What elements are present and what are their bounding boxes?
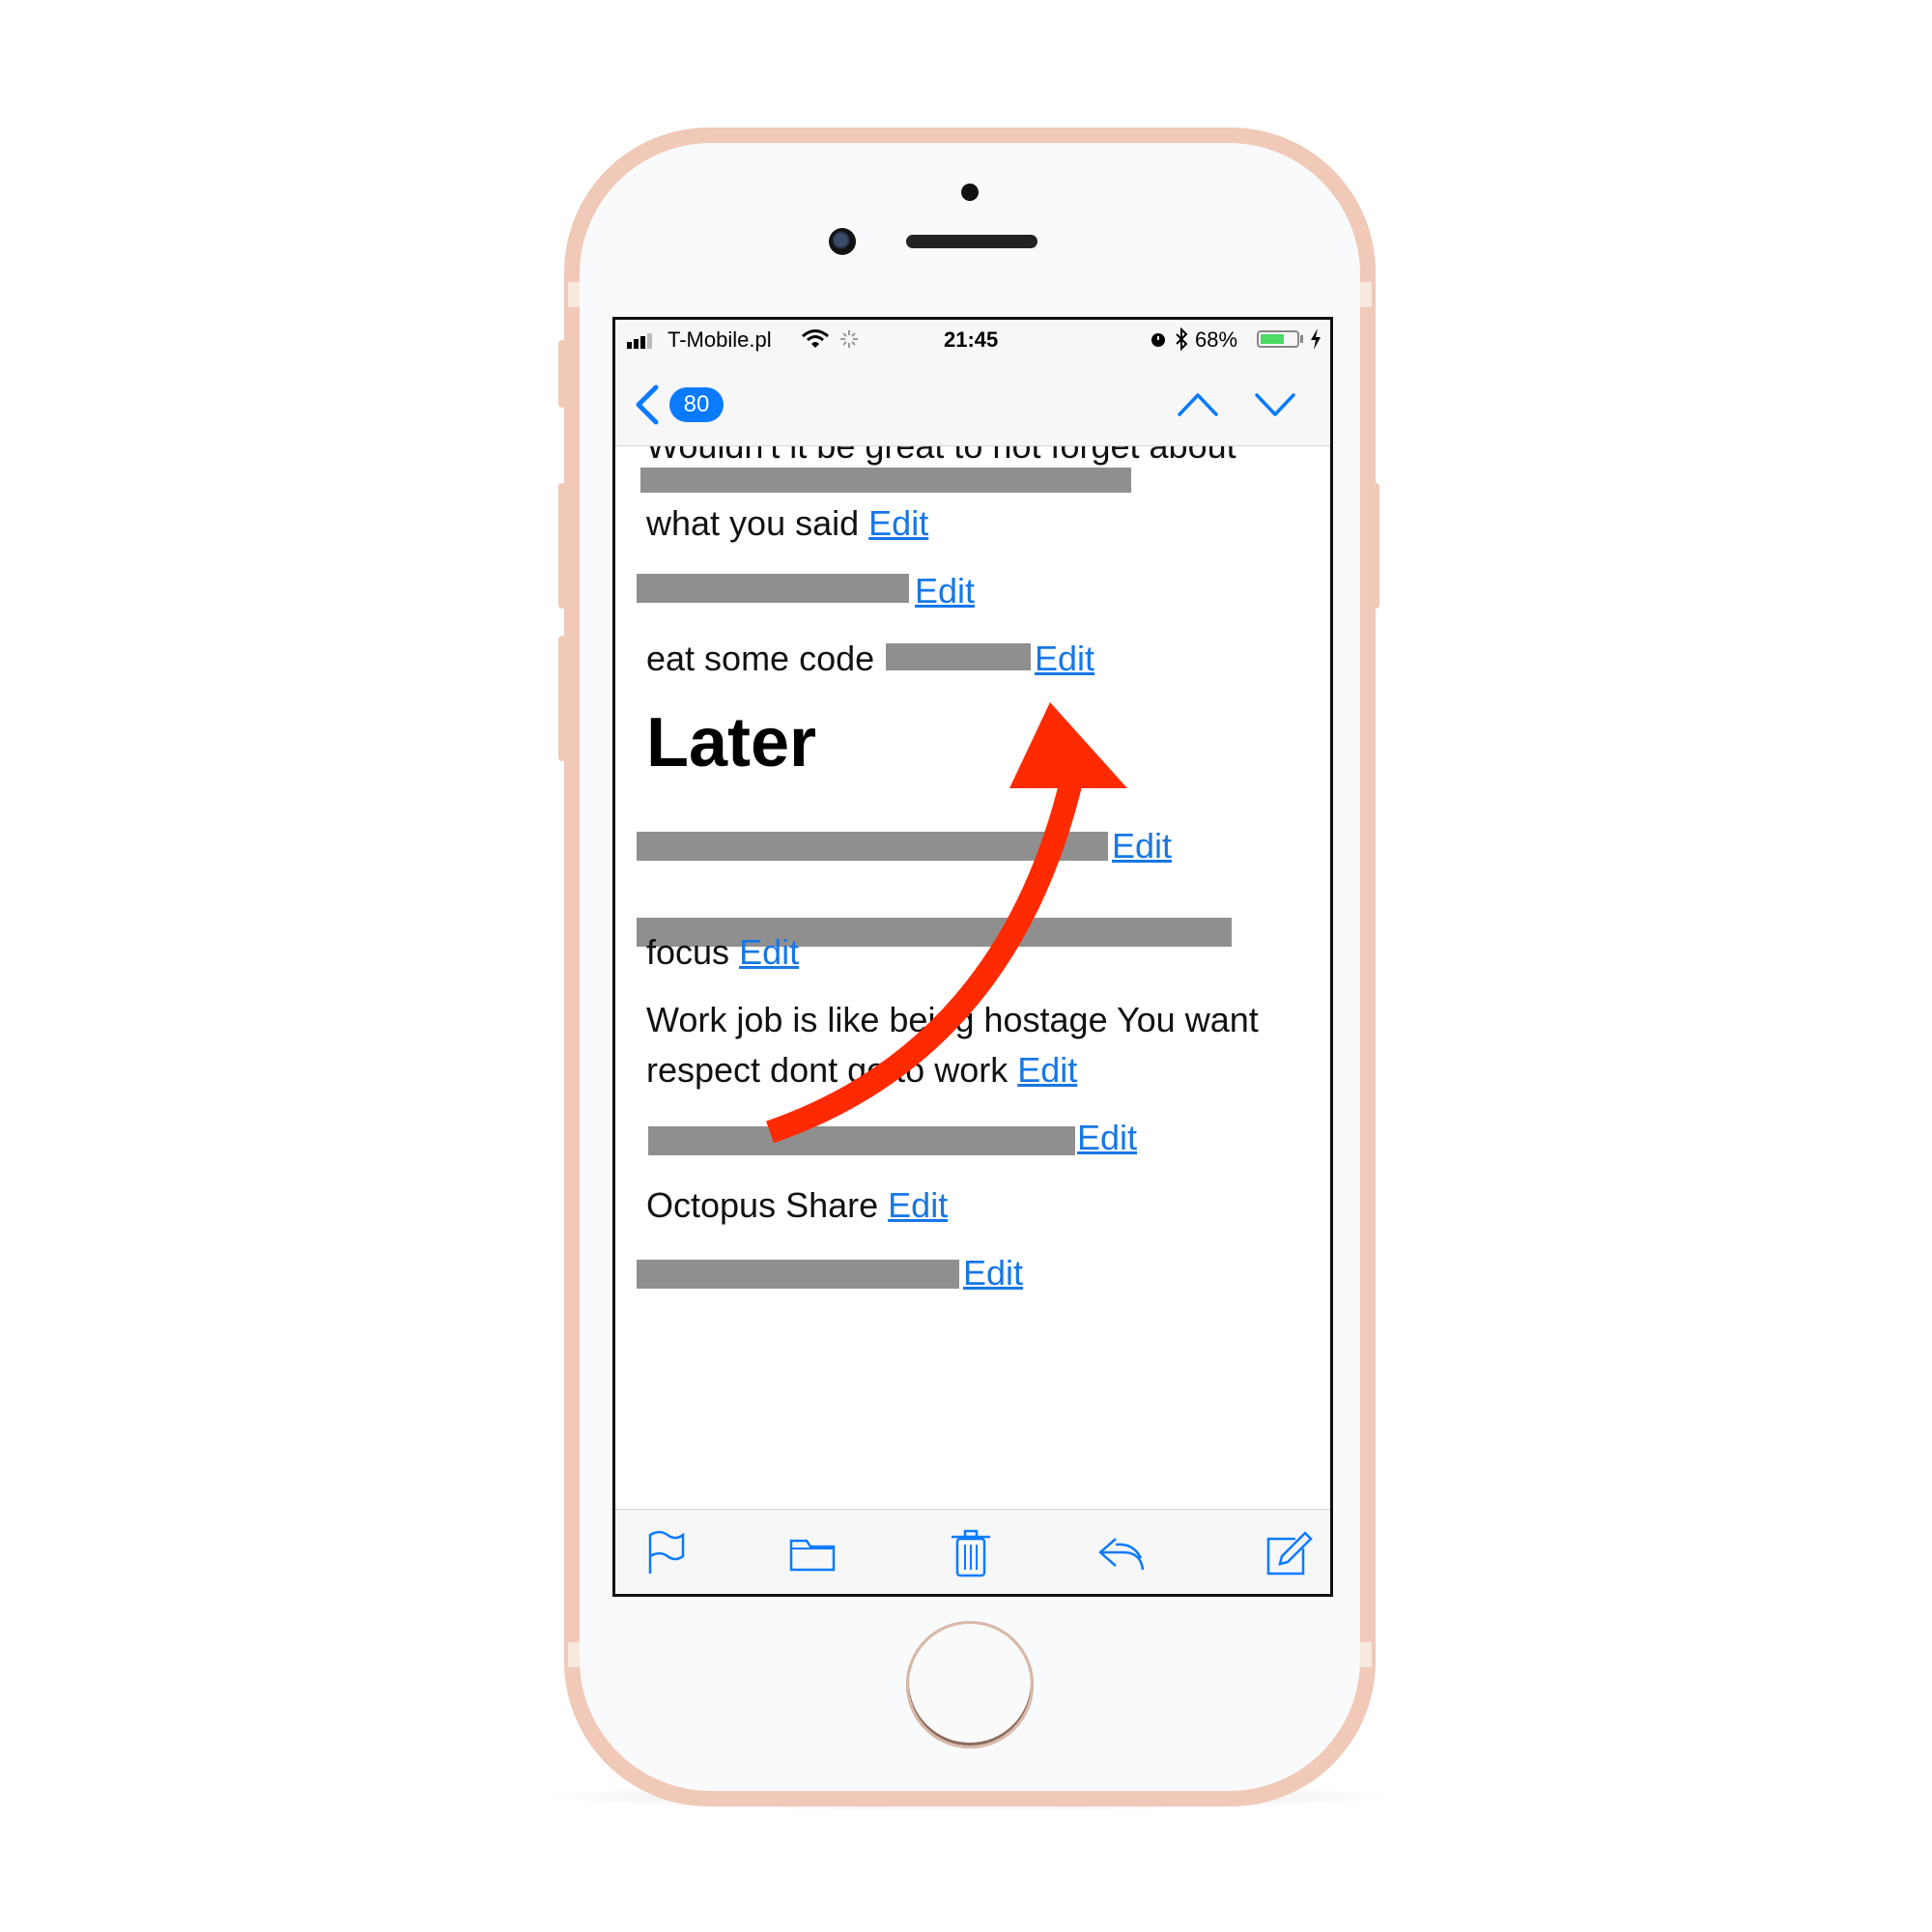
home-button[interactable]	[906, 1621, 1034, 1748]
flag-icon[interactable]	[639, 1525, 693, 1579]
annotation-arrow-head	[1009, 702, 1127, 788]
annotation-arrow	[766, 702, 1127, 1144]
clock: 21:45	[944, 327, 999, 352]
annotation-arrow-shaft	[766, 743, 1091, 1144]
folder-icon[interactable]	[785, 1525, 839, 1579]
power-button	[1372, 483, 1379, 609]
reply-icon[interactable]	[1094, 1525, 1149, 1579]
battery-cap	[1300, 335, 1303, 343]
antenna-band	[568, 1642, 580, 1667]
alarm-icon	[1151, 333, 1165, 347]
trash-icon[interactable]	[944, 1525, 998, 1579]
status-bar: T-Mobile.pl 21:45 68%	[615, 320, 1330, 358]
antenna-band	[1360, 282, 1372, 307]
compose-icon[interactable]	[1261, 1525, 1315, 1579]
proximity-sensor	[961, 184, 979, 201]
back-chevron-icon[interactable]	[631, 384, 666, 426]
previous-message-chevron-icon[interactable]	[1176, 387, 1220, 420]
earpiece-speaker	[906, 235, 1037, 248]
phone-screen: T-Mobile.pl 21:45 68% 80 what you said E…	[612, 317, 1333, 1597]
antenna-band	[1360, 1642, 1372, 1667]
volume-up-button	[558, 483, 566, 609]
battery-level-fill	[1261, 334, 1284, 344]
front-camera	[829, 228, 856, 255]
navigation-bar: 80	[615, 358, 1330, 446]
battery-icon	[1257, 330, 1299, 348]
activity-spinner-icon	[840, 330, 858, 348]
bottom-toolbar	[615, 1509, 1330, 1594]
battery-percent: 68%	[1195, 327, 1238, 352]
message-body: Wouldn't it be great to not forget about…	[615, 446, 1330, 1509]
unread-count-badge[interactable]: 80	[669, 387, 724, 422]
antenna-band	[568, 282, 580, 307]
bluetooth-icon	[1176, 327, 1188, 351]
signal-icon	[627, 333, 652, 349]
mute-switch	[558, 340, 566, 408]
wifi-icon	[802, 329, 829, 348]
carrier-name: T-Mobile.pl	[668, 327, 772, 352]
charging-bolt-icon	[1311, 328, 1321, 350]
next-message-chevron-icon[interactable]	[1253, 387, 1297, 420]
volume-down-button	[558, 636, 566, 761]
